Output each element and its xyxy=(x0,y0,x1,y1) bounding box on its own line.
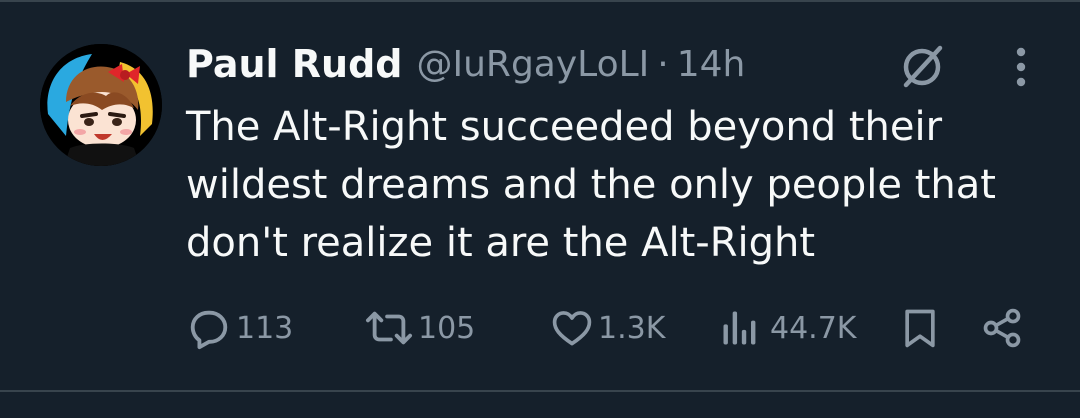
separator-dot: · xyxy=(657,43,669,85)
repost-button[interactable]: 105 xyxy=(364,300,475,356)
reply-icon xyxy=(186,305,232,351)
like-icon xyxy=(550,306,594,350)
repost-icon xyxy=(364,305,414,351)
views-button[interactable]: 44.7K xyxy=(718,300,856,356)
bookmark-button[interactable] xyxy=(898,300,942,356)
bookmark-icon xyxy=(898,305,942,351)
reply-count: 113 xyxy=(236,310,294,346)
author-handle[interactable]: @IuRgayLoLI xyxy=(417,44,650,85)
views-count: 44.7K xyxy=(770,310,857,346)
post-time[interactable]: 14h xyxy=(677,44,746,85)
author-name[interactable]: Paul Rudd xyxy=(186,42,403,86)
reply-button[interactable]: 113 xyxy=(186,300,293,356)
top-divider xyxy=(0,0,1080,2)
like-count: 1.3K xyxy=(598,310,666,346)
grok-icon[interactable] xyxy=(896,40,948,92)
share-button[interactable] xyxy=(980,300,1024,356)
tweet-header: Paul Rudd @IuRgayLoLI · 14h xyxy=(186,40,745,88)
repost-count: 105 xyxy=(418,310,476,346)
avatar-image xyxy=(40,44,162,166)
share-icon xyxy=(980,306,1024,350)
views-icon xyxy=(718,306,762,350)
tweet-text: The Alt-Right succeeded beyond their wil… xyxy=(186,104,996,266)
like-button[interactable]: 1.3K xyxy=(550,300,665,356)
action-bar: 113 105 1.3K 44.7K xyxy=(186,300,1046,360)
bottom-divider xyxy=(0,390,1080,392)
more-options-icon[interactable] xyxy=(1006,44,1036,90)
avatar[interactable] xyxy=(40,44,162,166)
